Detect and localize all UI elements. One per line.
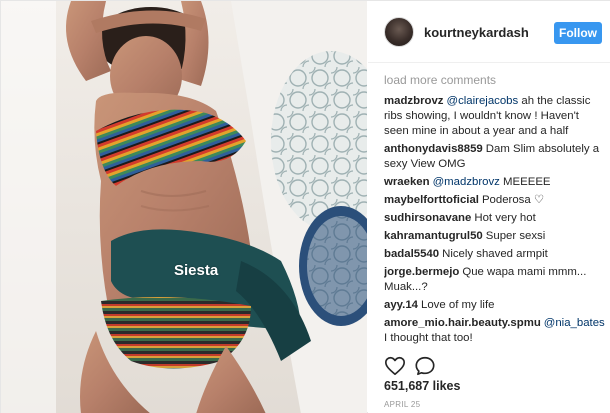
post-sidebar: kourtneykardash Follow load more comment… — [368, 1, 610, 413]
comment-item: sudhirsonavane Hot very hot — [384, 211, 606, 226]
heart-icon[interactable] — [384, 355, 406, 377]
comment-bubble-icon[interactable] — [414, 355, 436, 377]
comment-username[interactable]: maybelforttoficial — [384, 194, 479, 206]
comment-username[interactable]: madzbrovz — [384, 95, 444, 107]
comment-item: badal5540 Nicely shaved armpit — [384, 247, 606, 262]
comment-item: maybelforttoficial Poderosa ♡ — [384, 193, 606, 208]
siesta-sticker: Siesta — [174, 262, 219, 279]
comment-text: Nicely shaved armpit — [442, 248, 548, 260]
comment-username[interactable]: jorge.bermejo — [384, 266, 459, 278]
comment-item: kahramantugrul50 Super sexsi — [384, 229, 606, 244]
comments-list: load more comments madzbrovz @clairejacob… — [384, 73, 606, 349]
comment-item: madzbrovz @clairejacobs ah the classic ri… — [384, 94, 606, 139]
likes-count[interactable]: 651,687 likes — [384, 379, 460, 393]
comment-username[interactable]: wraeken — [384, 176, 430, 188]
comment-mention[interactable]: @madzbrovz — [433, 176, 500, 188]
comment-text: Poderosa ♡ — [481, 194, 545, 206]
comment-item: wraeken @madzbrovz MEEEEE — [384, 175, 606, 190]
comment-mention[interactable]: @clairejacobs — [447, 95, 519, 107]
comment-username[interactable]: amore_mio.hair.beauty.spmu — [384, 317, 541, 329]
comment-item: anthonydavis8859 Dam Slim absolutely a se… — [384, 142, 606, 172]
comment-text: Super sexsi — [485, 230, 546, 242]
load-more-comments-link[interactable]: load more comments — [384, 73, 606, 87]
comment-username[interactable]: kahramantugrul50 — [384, 230, 483, 242]
comment-username[interactable]: sudhirsonavane — [384, 212, 471, 224]
comment-text: MEEEEE — [499, 176, 551, 188]
follow-button[interactable]: Follow — [554, 22, 602, 44]
comment-item: jorge.bermejo Que wapa mami mmm... Muak..… — [384, 265, 606, 295]
comment-item: ayy.14 Love of my life — [384, 298, 606, 313]
comment-username[interactable]: anthonydavis8859 — [384, 143, 483, 155]
comment-text: Hot very hot — [474, 212, 536, 224]
post-date[interactable]: APRIL 25 — [384, 400, 420, 409]
instagram-post: Siesta kourtneykardash Follow load more … — [0, 0, 610, 413]
comment-item: amore_mio.hair.beauty.spmu @nia_bates I t… — [384, 316, 606, 346]
post-photo[interactable]: Siesta — [1, 1, 367, 413]
header-username[interactable]: kourtneykardash — [424, 25, 529, 40]
comment-username[interactable]: badal5540 — [384, 248, 439, 260]
comment-mention[interactable]: @nia_bates — [544, 317, 605, 329]
comment-username[interactable]: ayy.14 — [384, 299, 418, 311]
comment-text: I thought that too! — [384, 332, 473, 344]
avatar[interactable] — [384, 17, 414, 47]
post-actions — [384, 355, 594, 379]
photo-illustration — [1, 1, 367, 413]
post-header: kourtneykardash Follow — [368, 1, 610, 63]
comment-text: Love of my life — [421, 299, 495, 311]
